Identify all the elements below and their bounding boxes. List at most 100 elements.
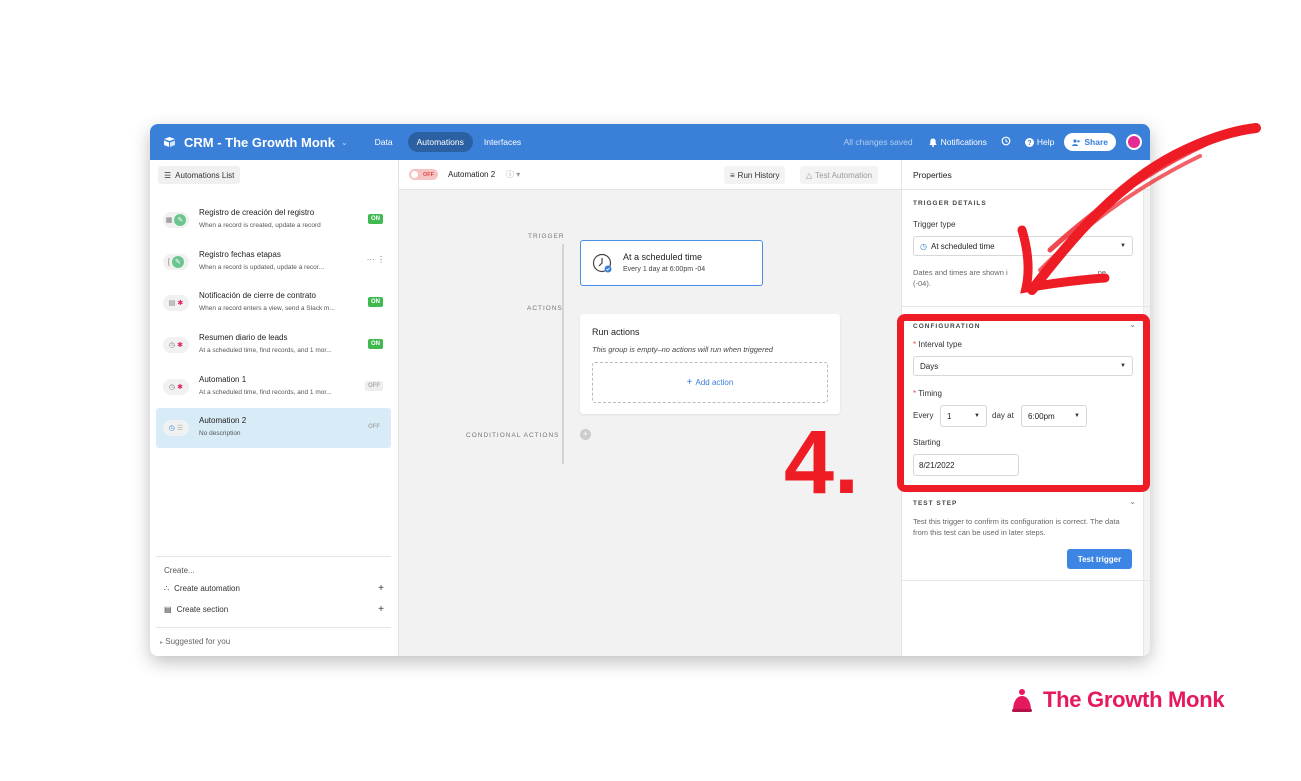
create-section-label: Create section bbox=[176, 605, 229, 614]
flow-line bbox=[562, 244, 564, 464]
step-number: 4. bbox=[784, 413, 860, 513]
trigger-card[interactable]: At a scheduled time Every 1 day at 6:00p… bbox=[580, 240, 763, 286]
base-logo-icon bbox=[162, 135, 176, 149]
automations-list-label: Automations List bbox=[175, 170, 235, 180]
more-options-icon[interactable]: ··· ⋮ bbox=[367, 255, 385, 264]
test-trigger-button[interactable]: Test trigger bbox=[1067, 549, 1132, 569]
red-check-arrow bbox=[1017, 123, 1261, 295]
create-automation-button[interactable]: ∴ Create automation + bbox=[164, 583, 384, 594]
nav-data[interactable]: Data bbox=[366, 132, 402, 152]
section-icon: ▤ bbox=[164, 605, 172, 614]
flask-icon: △ bbox=[806, 170, 813, 180]
slack-icon: ✱ bbox=[177, 384, 183, 391]
automation-name: Registro de creación del registro bbox=[199, 208, 315, 217]
plus-icon: + bbox=[378, 604, 384, 615]
status-badge[interactable]: ON bbox=[368, 297, 383, 307]
suggested-section[interactable]: ▸ Suggested for you bbox=[160, 637, 230, 646]
create-label: Create... bbox=[164, 566, 195, 575]
trigger-action-icons: ▦ ✎ bbox=[163, 212, 189, 228]
divider bbox=[902, 580, 1150, 581]
automation-desc: At a scheduled time, find records, and 1… bbox=[199, 347, 332, 354]
conditional-actions-label: CONDITIONAL ACTIONS bbox=[466, 432, 560, 439]
chevron-right-icon: ▸ bbox=[160, 640, 164, 646]
run-history-button[interactable]: ≡ Run History bbox=[724, 166, 786, 184]
canvas-toolbar: OFF Automation 2 ⓘ ▾ ≡ Run History △ Tes… bbox=[399, 160, 901, 190]
automation-desc: No description bbox=[199, 430, 241, 437]
test-step-heading: TEST STEP bbox=[913, 500, 958, 507]
automation-name: Registro fechas etapas bbox=[199, 250, 281, 259]
test-automation-button[interactable]: △ Test Automation bbox=[800, 166, 879, 184]
automation-name: Automation 2 bbox=[199, 416, 247, 425]
test-automation-label: Test Automation bbox=[815, 170, 873, 180]
chevron-down-icon[interactable]: ⌄ bbox=[1129, 497, 1136, 506]
automation-item[interactable]: [✎ Registro fechas etapas When a record … bbox=[156, 242, 391, 282]
status-badge[interactable]: ON bbox=[368, 214, 383, 224]
notifications-label: Notifications bbox=[940, 137, 987, 147]
trigger-action-icons: ◷ ✱ bbox=[163, 337, 189, 353]
trigger-title: At a scheduled time bbox=[623, 252, 703, 262]
status-badge[interactable]: ON bbox=[368, 339, 383, 349]
add-action-button[interactable]: + Add action bbox=[592, 362, 828, 403]
timezone-note-c: (-04). bbox=[913, 279, 931, 288]
status-badge[interactable]: OFF bbox=[365, 422, 383, 432]
pencil-icon: ✎ bbox=[174, 214, 187, 226]
automation-title[interactable]: Automation 2 bbox=[448, 170, 495, 179]
trigger-type-label: Trigger type bbox=[913, 220, 956, 229]
automation-item[interactable]: ◷ ✱ Automation 1 At a scheduled time, fin… bbox=[156, 367, 391, 407]
bell-icon bbox=[928, 138, 937, 147]
clock-icon bbox=[592, 253, 612, 273]
add-conditional-button[interactable]: + bbox=[580, 429, 591, 440]
top-bar: CRM - The Growth Monk ⌄ Data Automations… bbox=[150, 124, 1150, 160]
trigger-action-icons: ◷ ☰ bbox=[163, 420, 189, 436]
automations-list-button[interactable]: ☰ Automations List bbox=[158, 166, 241, 184]
slack-icon: ✱ bbox=[177, 300, 184, 307]
page: CRM - The Growth Monk ⌄ Data Automations… bbox=[0, 0, 1301, 781]
save-status: All changes saved bbox=[843, 137, 913, 147]
divider bbox=[902, 306, 1150, 307]
divider bbox=[156, 627, 391, 628]
automation-desc: When a record enters a view, send a Slac… bbox=[199, 305, 335, 312]
status-badge[interactable]: OFF bbox=[365, 381, 383, 391]
nav-interfaces[interactable]: Interfaces bbox=[475, 132, 530, 152]
slack-icon: ✱ bbox=[177, 342, 183, 349]
automation-name: Resumen diario de leads bbox=[199, 333, 288, 342]
automation-desc: At a scheduled time, find records, and 1… bbox=[199, 389, 332, 396]
automation-name: Notificación de cierre de contrato bbox=[199, 291, 316, 300]
trigger-details-heading: TRIGGER DETAILS bbox=[913, 200, 987, 207]
suggested-label: Suggested for you bbox=[165, 637, 231, 646]
notifications-button[interactable]: Notifications bbox=[928, 137, 987, 147]
automation-desc: When a record is created, update a recor… bbox=[199, 222, 321, 229]
automation-toggle[interactable]: OFF bbox=[409, 169, 438, 180]
pencil-icon: ✎ bbox=[171, 256, 184, 268]
test-step-note: Test this trigger to confirm its configu… bbox=[913, 517, 1120, 537]
actions-title: Run actions bbox=[592, 327, 640, 337]
trigger-subtitle: Every 1 day at 6:00pm -04 bbox=[623, 266, 706, 273]
base-title[interactable]: CRM - The Growth Monk bbox=[184, 135, 335, 150]
plus-icon: + bbox=[378, 583, 384, 594]
nav-automations[interactable]: Automations bbox=[407, 132, 473, 152]
trigger-action-icons: ◷ ✱ bbox=[163, 379, 189, 395]
automation-canvas: OFF Automation 2 ⓘ ▾ ≡ Run History △ Tes… bbox=[399, 160, 901, 656]
automation-icon: ∴ bbox=[164, 584, 170, 593]
trigger-type-value: At scheduled time bbox=[930, 241, 995, 251]
trigger-action-icons: [✎ bbox=[163, 254, 189, 270]
run-history-label: Run History bbox=[737, 170, 780, 180]
actions-empty-note: This group is empty–no actions will run … bbox=[592, 345, 773, 354]
clock-icon: ◷ bbox=[920, 241, 927, 251]
info-icon[interactable]: ⓘ ▾ bbox=[506, 169, 520, 180]
automations-sidebar: ☰ Automations List ▦ ✎ Registro de creaci… bbox=[150, 160, 399, 656]
trigger-action-icons: ▤ ✱ bbox=[163, 295, 189, 311]
automation-item[interactable]: ▦ ✎ Registro de creación del registro Whe… bbox=[156, 200, 391, 240]
divider bbox=[156, 556, 391, 557]
create-section-button[interactable]: ▤ Create section + bbox=[164, 604, 384, 615]
list-icon: ≡ bbox=[730, 170, 735, 180]
automation-item-selected[interactable]: ◷ ☰ Automation 2 No description OFF bbox=[156, 408, 391, 448]
menu-icon: ☰ bbox=[164, 170, 172, 180]
plus-icon: + bbox=[686, 377, 693, 388]
automation-item[interactable]: ▤ ✱ Notificación de cierre de contrato Wh… bbox=[156, 283, 391, 323]
automation-item[interactable]: ◷ ✱ Resumen diario de leads At a schedule… bbox=[156, 325, 391, 365]
chevron-down-icon[interactable]: ⌄ bbox=[341, 138, 348, 147]
actions-card: Run actions This group is empty–no actio… bbox=[580, 314, 840, 414]
brand-name: The Growth Monk bbox=[1043, 687, 1225, 712]
trigger-section-label: TRIGGER bbox=[528, 233, 565, 240]
